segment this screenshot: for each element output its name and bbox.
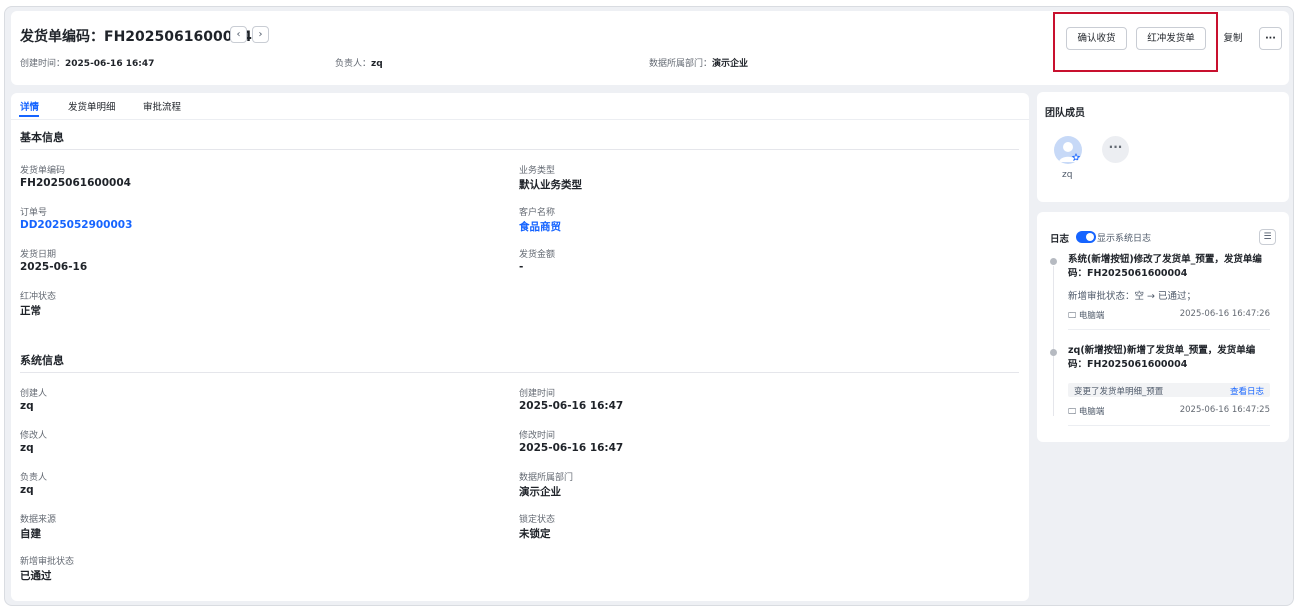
meta-dept-label: 数据所属部门： bbox=[649, 59, 713, 69]
meta-created: 创建时间：2025-06-16 16:47 bbox=[20, 56, 154, 69]
field-value-ship-date: 2025-06-16 bbox=[20, 261, 88, 273]
record-header: 发货单编码：FH2025061600004 ‹ › 创建时间：2025-06-1… bbox=[11, 11, 1289, 85]
tab-details[interactable]: 详情 bbox=[20, 99, 39, 113]
meta-owner-value: zq bbox=[371, 59, 383, 69]
meta-created-label: 创建时间： bbox=[20, 59, 66, 69]
log-title: 日志 bbox=[1050, 234, 1070, 245]
field-value-lock-status: 未锁定 bbox=[519, 528, 551, 540]
team-members-card: 团队成员 ··· zq bbox=[1037, 92, 1289, 202]
field-label: 业务类型 bbox=[519, 166, 556, 176]
detail-panel: 详情 发货单明细 审批流程 基本信息 发货单编码 FH2025061600004… bbox=[11, 93, 1029, 601]
field-label: 数据所属部门 bbox=[519, 473, 574, 483]
field-value-modifier: zq bbox=[20, 442, 34, 454]
list-view-icon[interactable]: ☰ bbox=[1259, 229, 1276, 245]
field-label: 新增审批状态 bbox=[20, 557, 75, 567]
section-divider bbox=[20, 149, 1019, 150]
team-title: 团队成员 bbox=[1045, 108, 1085, 119]
field-value-owner: zq bbox=[20, 484, 34, 496]
toggle-label: 显示系统日志 bbox=[1097, 234, 1152, 244]
log-source-text: 电脑端 bbox=[1078, 311, 1105, 321]
log-divider bbox=[1068, 425, 1270, 426]
field-value-reversal-status: 正常 bbox=[20, 305, 41, 317]
section-title-system: 系统信息 bbox=[20, 354, 64, 367]
field-label: 修改时间 bbox=[519, 431, 556, 441]
log-entry-source: 🖵 电脑端 bbox=[1068, 405, 1104, 417]
section-title-basic: 基本信息 bbox=[20, 131, 64, 144]
field-label: 发货金额 bbox=[519, 250, 556, 260]
field-value-creator: zq bbox=[20, 400, 34, 412]
field-label: 修改人 bbox=[20, 431, 48, 441]
field-value-approval-status: 已通过 bbox=[20, 570, 52, 582]
meta-dept: 数据所属部门：演示企业 bbox=[649, 56, 748, 69]
meta-owner-label: 负责人： bbox=[335, 59, 372, 69]
confirm-receipt-button[interactable]: 确认收货 bbox=[1066, 27, 1127, 50]
log-entry-time: 2025-06-16 16:47:25 bbox=[1179, 405, 1270, 415]
field-label: 红冲状态 bbox=[20, 292, 57, 302]
app-frame: 发货单编码：FH2025061600004 ‹ › 创建时间：2025-06-1… bbox=[4, 6, 1294, 606]
more-members-button[interactable]: ··· bbox=[1102, 136, 1129, 163]
field-label: 发货单编码 bbox=[20, 166, 66, 176]
chevron-left-icon[interactable]: ‹ bbox=[230, 26, 247, 43]
field-value-department: 演示企业 bbox=[519, 486, 561, 498]
field-label: 负责人 bbox=[20, 473, 48, 483]
member-name: zq bbox=[1062, 170, 1073, 180]
change-text: 变更了发货单明细_预置 bbox=[1074, 387, 1164, 397]
log-entry-headline: zq(新增按钮)新增了发货单_预置，发货单编码：FH2025061600004 bbox=[1068, 345, 1256, 370]
field-value-ship-amount: - bbox=[519, 261, 524, 273]
active-tab-indicator bbox=[19, 115, 39, 117]
field-label: 创建时间 bbox=[519, 389, 556, 399]
log-entry-time: 2025-06-16 16:47:26 bbox=[1179, 309, 1270, 319]
tab-divider bbox=[11, 119, 1029, 120]
field-label: 客户名称 bbox=[519, 208, 556, 218]
timeline-dot bbox=[1050, 349, 1057, 356]
change-summary: 变更了发货单明细_预置 查看日志 bbox=[1068, 383, 1270, 397]
field-value-modified-time: 2025-06-16 16:47 bbox=[519, 442, 624, 454]
desktop-icon: 🖵 bbox=[1068, 311, 1077, 321]
desktop-icon: 🖵 bbox=[1068, 407, 1077, 417]
page-title: 发货单编码：FH2025061600004 bbox=[20, 29, 252, 45]
tab-approval-flow[interactable]: 审批流程 bbox=[143, 99, 181, 113]
field-value-data-source: 自建 bbox=[20, 528, 41, 540]
timeline-line bbox=[1053, 266, 1054, 416]
field-label: 创建人 bbox=[20, 389, 48, 399]
field-label: 订单号 bbox=[20, 208, 48, 218]
copy-button[interactable]: 复制 bbox=[1214, 27, 1252, 50]
meta-owner: 负责人：zq bbox=[335, 56, 383, 69]
tab-shipment-lines[interactable]: 发货单明细 bbox=[68, 99, 116, 113]
meta-created-value: 2025-06-16 16:47 bbox=[65, 59, 155, 69]
field-label: 数据来源 bbox=[20, 515, 57, 525]
field-value-created-time: 2025-06-16 16:47 bbox=[519, 400, 624, 412]
more-actions-button[interactable]: ··· bbox=[1259, 27, 1282, 50]
customer-name-link[interactable]: 食品商贸 bbox=[519, 219, 561, 234]
order-number-link[interactable]: DD2025052900003 bbox=[20, 219, 132, 231]
section-divider bbox=[20, 372, 1019, 373]
field-value-business-type: 默认业务类型 bbox=[519, 179, 582, 191]
log-source-text: 电脑端 bbox=[1078, 407, 1105, 417]
log-card: 日志 显示系统日志 ☰ 系统(新增按钮)修改了发货单_预置，发货单编码：FH20… bbox=[1037, 212, 1289, 442]
field-value-shipment-code: FH2025061600004 bbox=[20, 177, 131, 189]
chevron-right-icon[interactable]: › bbox=[252, 26, 269, 43]
timeline-dot bbox=[1050, 258, 1057, 265]
log-entry-source: 🖵 电脑端 bbox=[1068, 309, 1104, 321]
log-divider bbox=[1068, 329, 1270, 330]
log-entry-detail: 新增审批状态：空 → 已通过； bbox=[1068, 291, 1196, 302]
field-label: 锁定状态 bbox=[519, 515, 556, 525]
red-reversal-button[interactable]: 红冲发货单 bbox=[1136, 27, 1206, 50]
meta-dept-value: 演示企业 bbox=[712, 59, 749, 69]
avatar[interactable] bbox=[1054, 136, 1082, 164]
log-entry-headline: 系统(新增按钮)修改了发货单_预置，发货单编码：FH2025061600004 bbox=[1068, 254, 1262, 279]
system-log-toggle[interactable] bbox=[1076, 231, 1096, 243]
view-log-link[interactable]: 查看日志 bbox=[1230, 385, 1264, 397]
field-label: 发货日期 bbox=[20, 250, 57, 260]
